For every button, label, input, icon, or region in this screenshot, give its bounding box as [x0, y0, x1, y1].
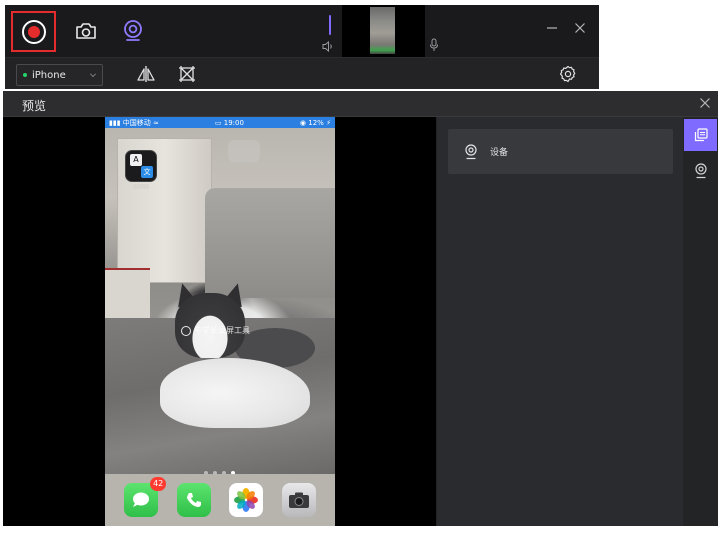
webcam-icon — [465, 143, 477, 159]
rail-webcam-button[interactable] — [684, 155, 717, 187]
phone-handset-icon — [186, 493, 201, 507]
messages-badge: 42 — [150, 477, 167, 491]
preview-thumbnail[interactable] — [342, 5, 425, 57]
phone-dock: 42 — [105, 474, 335, 526]
screenshot-button[interactable] — [73, 19, 99, 43]
messages-app-icon[interactable]: 42 — [124, 477, 167, 517]
device-select[interactable]: iPhone — [16, 64, 103, 86]
speech-bubble-icon — [133, 492, 150, 507]
mirror-button[interactable] — [135, 64, 157, 84]
record-icon — [21, 19, 46, 44]
layers-icon — [694, 128, 708, 142]
close-toolbar-button[interactable] — [574, 19, 586, 38]
screen-mirror-icon: ▭ — [214, 118, 222, 127]
signal-icon: ▮▮▮ — [109, 118, 121, 127]
camera-icon — [288, 492, 309, 508]
crop-icon — [179, 66, 195, 82]
photos-app-icon[interactable] — [229, 483, 264, 517]
camera-app-icon[interactable] — [281, 483, 316, 517]
webcam-icon — [124, 20, 142, 41]
status-time: ▭ 19:00 — [214, 118, 244, 127]
minimize-button[interactable] — [546, 19, 558, 38]
status-battery: ◉ 12% ⚡ — [299, 118, 331, 127]
battery-charging-icon: ⚡ — [326, 118, 331, 127]
close-icon — [575, 23, 585, 33]
recorder-watermark: 牛学长录屏工具 — [181, 325, 250, 336]
toolbar-bottom-row: iPhone — [5, 57, 599, 89]
watermark-text: 牛学长录屏工具 — [194, 326, 250, 335]
device-side-panel: 设备 — [436, 117, 683, 526]
gear-icon — [559, 65, 576, 83]
microphone-toggle[interactable] — [427, 37, 441, 53]
flower-icon — [234, 488, 259, 512]
preview-window: 预览 A 文 牛学长录屏工具 ▮▮▮ 中国移动 ≈ ▭ 19:00 ◉ 12% … — [3, 91, 718, 526]
mirrored-phone-screen[interactable]: A 文 牛学长录屏工具 ▮▮▮ 中国移动 ≈ ▭ 19:00 ◉ 12% ⚡ 4… — [105, 117, 335, 526]
crop-button[interactable] — [176, 64, 198, 84]
wallpaper-headboard — [205, 188, 335, 298]
webcam-icon — [694, 163, 707, 179]
translate-app-icon[interactable]: A 文 — [125, 150, 157, 182]
audio-level-bar — [329, 15, 331, 35]
location-icon: ◉ — [299, 118, 307, 127]
wifi-icon: ≈ — [153, 118, 159, 127]
preview-titlebar: 预览 — [3, 91, 718, 117]
wallpaper-shelf — [105, 268, 150, 323]
webcam-button[interactable] — [120, 18, 146, 44]
preview-stage: A 文 牛学长录屏工具 ▮▮▮ 中国移动 ≈ ▭ 19:00 ◉ 12% ⚡ 4… — [3, 117, 436, 526]
record-button[interactable] — [11, 11, 56, 52]
translate-app-label — [133, 184, 149, 189]
microphone-icon — [430, 38, 438, 51]
wallpaper-photo: A 文 牛学长录屏工具 — [105, 128, 335, 475]
phone-status-bar: ▮▮▮ 中国移动 ≈ ▭ 19:00 ◉ 12% ⚡ — [105, 117, 335, 128]
device-select-label: iPhone — [32, 69, 66, 81]
status-carrier: ▮▮▮ 中国移动 ≈ — [109, 118, 159, 127]
preview-close-button[interactable] — [699, 94, 711, 113]
phone-app-icon[interactable] — [176, 483, 211, 517]
thumbnail-phone-screen — [370, 7, 395, 54]
chevron-down-icon — [90, 71, 96, 77]
device-list-item[interactable]: 设备 — [448, 129, 673, 174]
camera-icon — [76, 23, 96, 39]
faded-app-icon — [228, 140, 260, 162]
close-icon — [700, 98, 710, 108]
watermark-logo-icon — [181, 325, 191, 336]
recorder-toolbar: iPhone — [5, 5, 599, 89]
settings-button[interactable] — [558, 64, 578, 84]
device-list-item-label: 设备 — [490, 148, 509, 158]
flip-horizontal-icon — [137, 66, 155, 82]
device-connected-indicator — [23, 73, 27, 77]
speaker-icon — [322, 40, 332, 52]
preview-title: 预览 — [22, 99, 47, 113]
rail-layers-button[interactable] — [684, 119, 717, 151]
minimize-icon — [547, 27, 557, 29]
side-rail — [683, 117, 718, 526]
toolbar-top-row — [5, 5, 599, 57]
speaker-toggle[interactable] — [321, 39, 335, 53]
